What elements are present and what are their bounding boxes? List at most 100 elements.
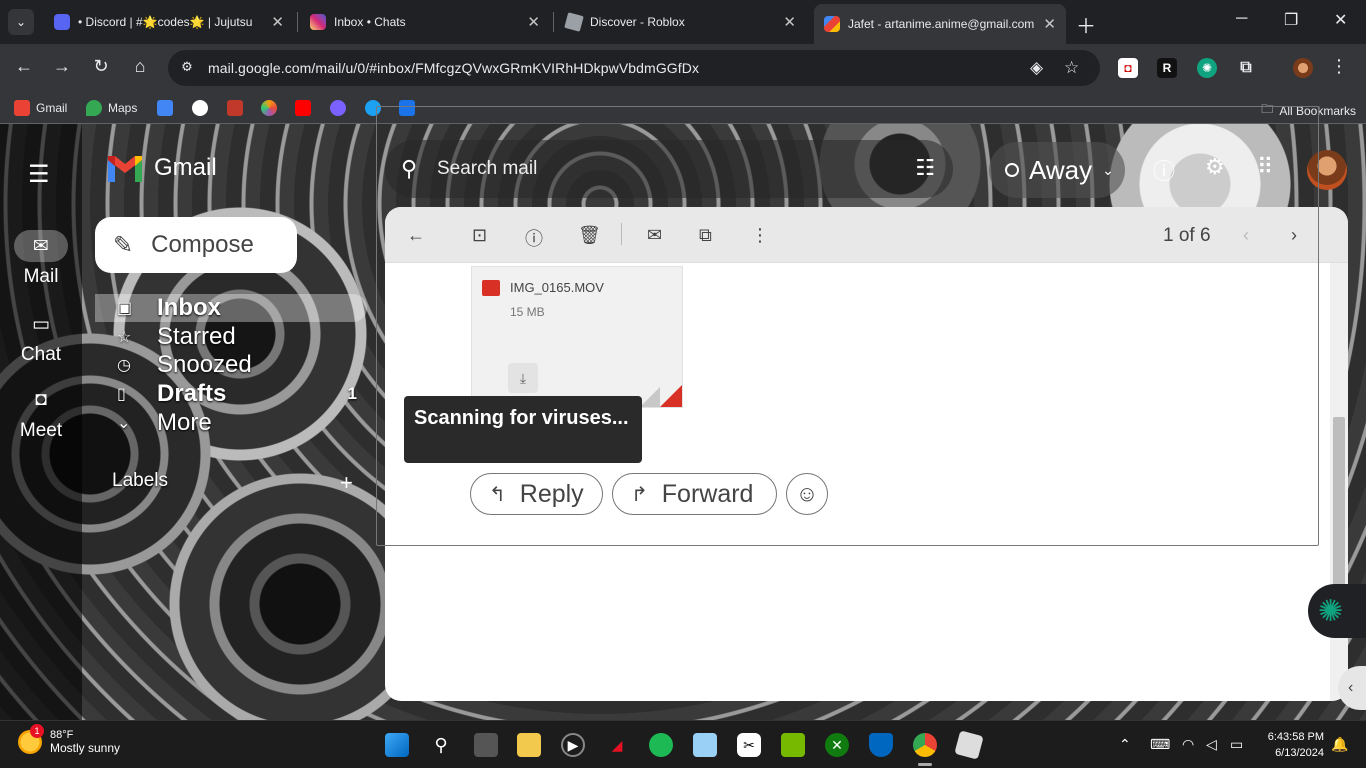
close-tab-icon[interactable]: ✕	[1043, 15, 1056, 33]
file-explorer-icon[interactable]	[517, 733, 541, 757]
older-icon[interactable]: ›	[1291, 225, 1297, 246]
bookmark-youtube[interactable]	[295, 100, 311, 116]
compose-button[interactable]: ✎ Compose	[95, 217, 297, 273]
reply-button[interactable]: ↰ Reply	[470, 473, 603, 515]
media-player-icon[interactable]: ▶	[561, 733, 585, 757]
rail-meet[interactable]: ◘ Meet	[0, 384, 82, 442]
help-icon[interactable]: ⓘ	[1153, 154, 1175, 186]
nav-snoozed[interactable]: ◷ Snoozed	[95, 351, 367, 379]
site-settings-icon[interactable]: ⚙	[178, 59, 196, 77]
close-tab-icon[interactable]: ✕	[271, 13, 284, 31]
close-tab-icon[interactable]: ✕	[527, 13, 540, 31]
account-avatar[interactable]	[1307, 150, 1347, 190]
nav-inbox[interactable]: ▣ Inbox	[95, 294, 367, 322]
msi-app-icon[interactable]: ◢	[605, 733, 629, 757]
tab-gmail[interactable]: Jafet - artanime.anime@gmail.com ✕	[814, 4, 1066, 44]
capcut-icon[interactable]: ✂	[737, 733, 761, 757]
move-to-icon[interactable]: ⧉	[699, 225, 712, 246]
extensions-puzzle-icon[interactable]: ⧉	[1236, 58, 1256, 78]
tab-roblox[interactable]: Discover - Roblox ✕	[556, 6, 806, 38]
rail-chat[interactable]: ▭ Chat	[0, 308, 82, 366]
search-input[interactable]	[437, 154, 887, 184]
nav-drafts[interactable]: ▯ Drafts 1	[95, 380, 367, 408]
bookmark-gmail[interactable]: Gmail	[14, 100, 67, 116]
nav-more[interactable]: ⌄ More	[95, 409, 367, 437]
forward-icon[interactable]: →	[50, 56, 74, 77]
restore-icon[interactable]: ❐	[1284, 10, 1298, 30]
tab-title: Inbox • Chats	[334, 15, 406, 29]
all-bookmarks[interactable]: 🗀 All Bookmarks	[1261, 100, 1356, 121]
browser-menu-icon[interactable]: ⋮	[1327, 56, 1351, 77]
defender-shield-icon[interactable]	[869, 733, 893, 757]
home-icon[interactable]: ⌂	[128, 56, 152, 77]
close-window-icon[interactable]: ✕	[1334, 10, 1347, 30]
notification-bell-icon[interactable]: 🔔	[1331, 736, 1348, 753]
profile-avatar-icon[interactable]	[1293, 58, 1313, 78]
bookmark-translate[interactable]	[157, 100, 173, 116]
keyboard-icon[interactable]: ⌨	[1150, 736, 1170, 753]
roblox-taskbar-icon[interactable]	[954, 730, 984, 760]
archive-icon[interactable]: ⊡	[472, 225, 487, 246]
search-icon[interactable]: ⚲	[429, 733, 453, 757]
xbox-icon[interactable]: ✕	[825, 733, 849, 757]
extension-chatgpt-icon[interactable]: ✺	[1197, 58, 1217, 78]
close-tab-icon[interactable]: ✕	[783, 13, 796, 31]
more-options-icon[interactable]: ⋮	[751, 225, 769, 246]
newer-icon[interactable]: ‹	[1243, 225, 1249, 246]
search-options-icon[interactable]: ☷	[915, 155, 935, 181]
bookmark-discord[interactable]	[330, 100, 346, 116]
wifi-icon[interactable]: ◠	[1182, 736, 1194, 753]
nav-starred[interactable]: ☆ Starred	[95, 323, 367, 351]
rail-mail[interactable]: ✉ Mail	[0, 230, 82, 288]
start-windows-icon[interactable]	[385, 733, 409, 757]
back-icon[interactable]: ←	[12, 56, 36, 77]
download-icon[interactable]: ⤓	[508, 363, 538, 393]
bookmark-star-icon[interactable]: ☆	[1064, 58, 1079, 78]
add-label-icon[interactable]: +	[340, 470, 353, 496]
status-dropdown[interactable]: Away ⌄	[989, 142, 1125, 198]
address-bar[interactable]: ⚙ mail.google.com/mail/u/0/#inbox/FMfcgz…	[168, 50, 1100, 86]
bookmark-red-app[interactable]	[227, 100, 243, 116]
monitor-app-icon[interactable]	[693, 733, 717, 757]
bookmark-wattpad[interactable]	[399, 100, 415, 116]
bookmark-maps[interactable]: Maps	[86, 100, 137, 116]
reload-icon[interactable]: ↻	[89, 56, 113, 77]
report-spam-icon[interactable]: ⓘ	[525, 225, 543, 251]
settings-gear-icon[interactable]: ⚙	[1205, 154, 1225, 180]
tab-separator	[553, 12, 554, 32]
emoji-reaction-button[interactable]: ☺	[786, 473, 828, 515]
minimize-icon[interactable]: ─	[1236, 10, 1247, 28]
main-menu-icon[interactable]: ☰	[28, 160, 50, 189]
roblox-icon	[564, 12, 584, 32]
bookmark-messenger[interactable]	[365, 100, 381, 116]
nvidia-icon[interactable]	[781, 733, 805, 757]
system-clock[interactable]: 6:43:58 PM 6/13/2024	[1258, 729, 1324, 761]
chrome-icon[interactable]	[913, 733, 937, 757]
back-to-inbox-icon[interactable]: ←	[407, 225, 425, 246]
volume-icon[interactable]: ◁	[1206, 736, 1217, 753]
tab-instagram[interactable]: Inbox • Chats ✕	[300, 6, 550, 38]
chatgpt-side-button[interactable]: ✺	[1308, 584, 1366, 638]
tab-search-button[interactable]: ⌄	[8, 9, 34, 35]
url-text[interactable]: mail.google.com/mail/u/0/#inbox/FMfcgzQV…	[208, 60, 699, 76]
extension-r-icon[interactable]: R	[1157, 58, 1177, 78]
tab-separator	[297, 12, 298, 32]
search-icon[interactable]: ⚲	[401, 156, 417, 182]
gmail-logo[interactable]: Gmail	[106, 154, 217, 182]
bookmark-colorful-app[interactable]	[261, 100, 277, 116]
battery-icon[interactable]: ▭	[1230, 736, 1243, 753]
delete-icon[interactable]: 🗑	[578, 225, 601, 246]
spotify-icon[interactable]	[649, 733, 673, 757]
install-app-icon[interactable]: ◈	[1030, 58, 1043, 78]
bookmark-reddit[interactable]	[192, 100, 208, 116]
extension-shield-icon[interactable]: ◘	[1118, 58, 1138, 78]
task-view-icon[interactable]	[474, 733, 498, 757]
attachment-card[interactable]: IMG_0165.MOV 15 MB ⤓	[471, 266, 683, 408]
weather-widget[interactable]: 1 88°F Mostly sunny	[18, 724, 120, 755]
new-tab-icon[interactable]: ＋	[1076, 10, 1096, 39]
mark-unread-icon[interactable]: ✉	[647, 225, 662, 246]
apps-grid-icon[interactable]: ⠿	[1257, 154, 1273, 180]
show-hidden-icons[interactable]: ⌃	[1119, 736, 1131, 753]
tab-discord[interactable]: • Discord | #🌟codes🌟 | Jujutsu ✕	[44, 6, 294, 38]
forward-button[interactable]: ↱ Forward	[612, 473, 777, 515]
